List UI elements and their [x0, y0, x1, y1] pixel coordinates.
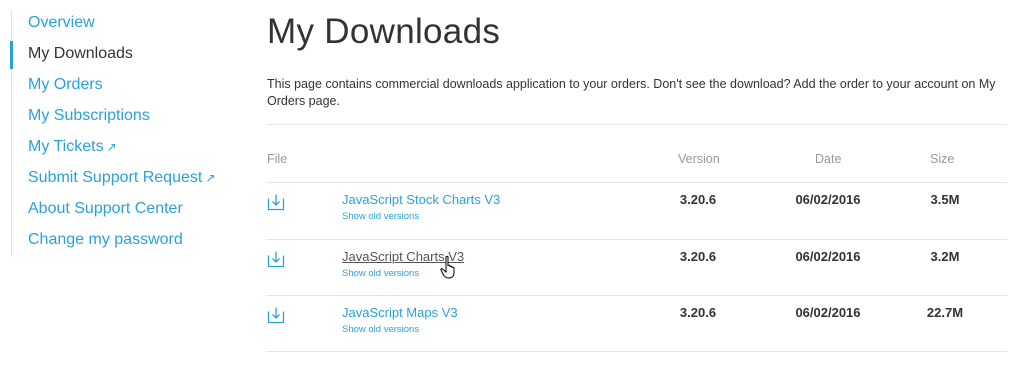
table-row: JavaScript Maps V3 Show old versions 3.2… [267, 296, 1007, 352]
sidebar-item-label: My Orders [28, 76, 103, 93]
size-value: 3.2M [930, 249, 960, 264]
sidebar-item-about-support-center[interactable]: About Support Center [12, 196, 232, 227]
external-link-icon: ↗ [106, 140, 117, 154]
size-value: 22.7M [926, 305, 964, 320]
column-header-date: Date [815, 152, 842, 166]
divider [267, 124, 1007, 125]
download-icon[interactable] [267, 193, 285, 211]
sidebar-item-label: My Downloads [28, 45, 133, 62]
sidebar-item-my-subscriptions[interactable]: My Subscriptions [12, 103, 232, 134]
file-link[interactable]: JavaScript Stock Charts V3 [342, 192, 500, 207]
version-value: 3.20.6 [679, 192, 717, 207]
version-value: 3.20.6 [679, 305, 717, 320]
size-value: 3.5M [930, 192, 960, 207]
date-value: 06/02/2016 [795, 305, 861, 320]
show-old-versions-link[interactable]: Show old versions [342, 324, 419, 335]
table-row: JavaScript Stock Charts V3 Show old vers… [267, 183, 1007, 239]
show-old-versions-link[interactable]: Show old versions [342, 211, 419, 222]
divider [267, 351, 1007, 352]
version-value: 3.20.6 [679, 249, 717, 264]
download-icon[interactable] [267, 306, 285, 324]
date-value: 06/02/2016 [795, 192, 861, 207]
sidebar-nav: Overview My Downloads My Orders My Subsc… [10, 10, 232, 258]
date-value: 06/02/2016 [795, 249, 861, 264]
table-row: JavaScript Charts V3 Show old versions 3… [267, 240, 1007, 296]
column-header-file: File [267, 152, 288, 166]
external-link-icon: ↗ [205, 171, 216, 185]
sidebar-item-label: Overview [28, 14, 95, 31]
sidebar-item-overview[interactable]: Overview [12, 10, 232, 41]
file-link[interactable]: JavaScript Maps V3 [342, 305, 458, 320]
sidebar-item-my-orders[interactable]: My Orders [12, 72, 232, 103]
sidebar-item-label: My Tickets [28, 138, 104, 155]
sidebar-item-label: Change my password [28, 231, 183, 248]
sidebar-item-label: About Support Center [28, 200, 183, 217]
download-icon[interactable] [267, 250, 285, 268]
sidebar-item-my-downloads[interactable]: My Downloads [10, 41, 232, 72]
column-header-size: Size [930, 152, 955, 166]
sidebar-item-change-password[interactable]: Change my password [12, 227, 232, 258]
show-old-versions-link[interactable]: Show old versions [342, 268, 419, 279]
sidebar-item-label: My Subscriptions [28, 107, 150, 124]
sidebar-item-submit-support-request[interactable]: Submit Support Request ↗ [12, 165, 232, 196]
file-link[interactable]: JavaScript Charts V3 [342, 249, 464, 264]
page-title: My Downloads [267, 12, 501, 51]
intro-text: This page contains commercial downloads … [267, 77, 996, 108]
sidebar-item-label: Submit Support Request [28, 169, 203, 186]
column-header-version: Version [678, 152, 720, 166]
sidebar-item-my-tickets[interactable]: My Tickets ↗ [12, 134, 232, 165]
